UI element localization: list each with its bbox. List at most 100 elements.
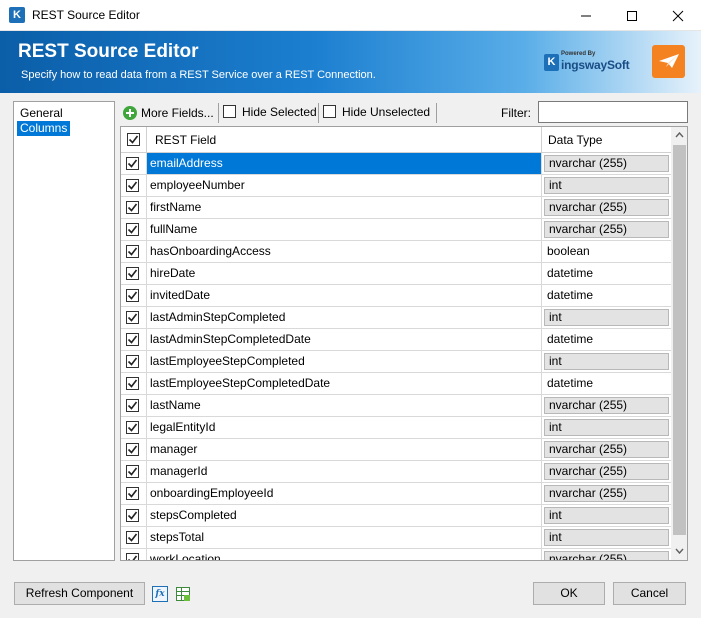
row-checkbox[interactable] — [126, 245, 139, 258]
nav-item-columns[interactable]: Columns — [17, 121, 71, 136]
row-checkbox[interactable] — [126, 333, 139, 346]
scroll-down-button[interactable] — [671, 543, 687, 560]
row-checkbox[interactable] — [126, 355, 139, 368]
select-all-checkbox[interactable] — [127, 133, 140, 146]
data-type-value[interactable]: nvarchar (255) — [544, 485, 669, 502]
table-row[interactable]: fullName nvarchar (255) — [121, 219, 671, 241]
vertical-scrollbar[interactable] — [671, 127, 687, 560]
rest-field-cell[interactable]: lastName — [147, 395, 541, 416]
rest-field-cell[interactable]: onboardingEmployeeId — [147, 483, 541, 504]
data-type-value[interactable]: boolean — [547, 241, 590, 262]
table-row[interactable]: managerId nvarchar (255) — [121, 461, 671, 483]
rest-field-cell[interactable]: manager — [147, 439, 541, 460]
rest-field-cell[interactable]: lastEmployeeStepCompleted — [147, 351, 541, 372]
check-icon — [127, 291, 138, 300]
rest-field-cell[interactable]: firstName — [147, 197, 541, 218]
row-checkbox[interactable] — [126, 311, 139, 324]
row-checkbox[interactable] — [126, 201, 139, 214]
row-checkbox[interactable] — [126, 289, 139, 302]
data-type-value[interactable]: datetime — [547, 329, 593, 350]
hide-selected-checkbox[interactable] — [223, 105, 236, 118]
rest-field-cell[interactable]: emailAddress — [147, 153, 541, 174]
row-checkbox[interactable] — [126, 487, 139, 500]
scroll-up-button[interactable] — [671, 127, 687, 144]
rest-field-cell[interactable]: stepsTotal — [147, 527, 541, 548]
data-type-value[interactable]: datetime — [547, 263, 593, 284]
minimize-button[interactable] — [563, 0, 609, 31]
data-type-value[interactable]: int — [544, 419, 669, 436]
data-type-value[interactable]: nvarchar (255) — [544, 199, 669, 216]
column-header-data-type[interactable]: Data Type — [548, 133, 602, 147]
table-row[interactable]: lastAdminStepCompleted int — [121, 307, 671, 329]
data-type-value[interactable]: nvarchar (255) — [544, 551, 669, 560]
filter-input[interactable] — [538, 101, 688, 123]
close-button[interactable] — [655, 0, 701, 31]
data-type-value[interactable]: int — [544, 177, 669, 194]
data-type-value[interactable]: nvarchar (255) — [544, 221, 669, 238]
table-row[interactable]: stepsTotal int — [121, 527, 671, 549]
table-row[interactable]: emailAddress nvarchar (255) — [121, 153, 671, 175]
scrollbar-thumb[interactable] — [673, 145, 686, 535]
cancel-button[interactable]: Cancel — [613, 582, 686, 605]
row-checkbox[interactable] — [126, 553, 139, 560]
data-type-value[interactable]: nvarchar (255) — [544, 397, 669, 414]
data-type-value[interactable]: nvarchar (255) — [544, 155, 669, 172]
table-row[interactable]: employeeNumber int — [121, 175, 671, 197]
rest-field-cell[interactable]: legalEntityId — [147, 417, 541, 438]
row-check-cell — [121, 241, 147, 262]
data-type-value[interactable]: datetime — [547, 373, 593, 394]
column-header-rest-field[interactable]: REST Field — [155, 133, 216, 147]
row-checkbox[interactable] — [126, 223, 139, 236]
data-type-cell: nvarchar (255) — [541, 461, 671, 482]
rest-field-cell[interactable]: managerId — [147, 461, 541, 482]
maximize-button[interactable] — [609, 0, 655, 31]
row-checkbox[interactable] — [126, 399, 139, 412]
rest-field-cell[interactable]: stepsCompleted — [147, 505, 541, 526]
table-row[interactable]: invitedDate datetime — [121, 285, 671, 307]
table-row[interactable]: workLocation nvarchar (255) — [121, 549, 671, 560]
data-type-value[interactable]: int — [544, 353, 669, 370]
table-row[interactable]: manager nvarchar (255) — [121, 439, 671, 461]
rest-field-cell[interactable]: workLocation — [147, 549, 541, 560]
table-row[interactable]: lastEmployeeStepCompletedDate datetime — [121, 373, 671, 395]
rest-field-cell[interactable]: lastAdminStepCompleted — [147, 307, 541, 328]
nav-item-general[interactable]: General — [17, 106, 66, 121]
rest-field-cell[interactable]: employeeNumber — [147, 175, 541, 196]
row-checkbox[interactable] — [126, 157, 139, 170]
table-row[interactable]: legalEntityId int — [121, 417, 671, 439]
row-checkbox[interactable] — [126, 443, 139, 456]
table-row[interactable]: onboardingEmployeeId nvarchar (255) — [121, 483, 671, 505]
row-checkbox[interactable] — [126, 377, 139, 390]
data-type-value[interactable]: nvarchar (255) — [544, 463, 669, 480]
row-checkbox[interactable] — [126, 421, 139, 434]
table-row[interactable]: lastName nvarchar (255) — [121, 395, 671, 417]
table-row[interactable]: lastEmployeeStepCompleted int — [121, 351, 671, 373]
spreadsheet-icon[interactable] — [175, 586, 191, 602]
table-row[interactable]: lastAdminStepCompletedDate datetime — [121, 329, 671, 351]
data-type-value[interactable]: int — [544, 529, 669, 546]
table-row[interactable]: stepsCompleted int — [121, 505, 671, 527]
rest-field-cell[interactable]: fullName — [147, 219, 541, 240]
row-checkbox[interactable] — [126, 465, 139, 478]
table-row[interactable]: hasOnboardingAccess boolean — [121, 241, 671, 263]
row-checkbox[interactable] — [126, 179, 139, 192]
data-type-value[interactable]: datetime — [547, 285, 593, 306]
data-type-value[interactable]: nvarchar (255) — [544, 441, 669, 458]
refresh-component-button[interactable]: Refresh Component — [14, 582, 145, 605]
hide-unselected-checkbox[interactable] — [323, 105, 336, 118]
table-row[interactable]: hireDate datetime — [121, 263, 671, 285]
data-type-cell: datetime — [541, 263, 671, 284]
row-checkbox[interactable] — [126, 531, 139, 544]
table-row[interactable]: firstName nvarchar (255) — [121, 197, 671, 219]
data-type-value[interactable]: int — [544, 309, 669, 326]
row-checkbox[interactable] — [126, 509, 139, 522]
rest-field-cell[interactable]: invitedDate — [147, 285, 541, 306]
ok-button[interactable]: OK — [533, 582, 605, 605]
rest-field-cell[interactable]: hasOnboardingAccess — [147, 241, 541, 262]
row-checkbox[interactable] — [126, 267, 139, 280]
data-type-value[interactable]: int — [544, 507, 669, 524]
rest-field-cell[interactable]: hireDate — [147, 263, 541, 284]
expression-icon[interactable]: fx — [152, 586, 168, 602]
rest-field-cell[interactable]: lastAdminStepCompletedDate — [147, 329, 541, 350]
rest-field-cell[interactable]: lastEmployeeStepCompletedDate — [147, 373, 541, 394]
